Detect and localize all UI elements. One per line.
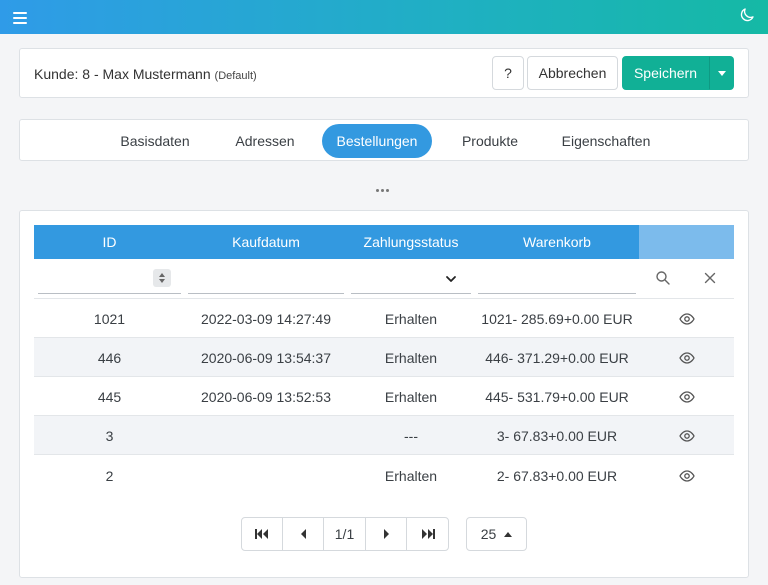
- view-action[interactable]: [639, 377, 734, 416]
- customer-default-tag: (Default): [214, 70, 257, 82]
- column-header-kaufdatum[interactable]: Kaufdatum: [185, 225, 347, 259]
- page-size-value: 25: [480, 526, 497, 542]
- id-filter-input[interactable]: [38, 264, 181, 294]
- status-filter-select[interactable]: [351, 264, 471, 294]
- cell-id: 445: [97, 388, 122, 405]
- cell-warenkorb: 2- 67.83+0.00 EUR: [496, 467, 618, 484]
- next-page-button[interactable]: [366, 518, 407, 550]
- top-bar: [0, 0, 768, 34]
- tab-eigenschaften[interactable]: Eigenschaften: [550, 124, 662, 158]
- save-options-dropdown[interactable]: [709, 56, 734, 90]
- cell-kaufdatum: [185, 456, 347, 495]
- help-button[interactable]: ?: [492, 56, 524, 90]
- eye-icon[interactable]: [678, 350, 695, 366]
- moon-icon[interactable]: [738, 6, 756, 24]
- cell-zahlungsstatus: Erhalten: [384, 467, 438, 484]
- save-button[interactable]: Speichern: [622, 56, 709, 90]
- cell-kaufdatum: 2022-03-09 14:27:49: [201, 310, 331, 327]
- cancel-button[interactable]: Abbrechen: [527, 56, 618, 90]
- prev-page-button[interactable]: [283, 518, 324, 550]
- tab-produkte[interactable]: Produkte: [447, 124, 533, 158]
- date-filter-input[interactable]: [188, 264, 344, 294]
- page-info: 1/1: [324, 518, 366, 550]
- next-page-icon: [383, 529, 389, 539]
- first-page-button[interactable]: [242, 518, 283, 550]
- first-page-icon: [255, 529, 268, 539]
- cell-id: 2: [105, 467, 114, 484]
- last-page-button[interactable]: [407, 518, 448, 550]
- cell-zahlungsstatus: Erhalten: [384, 310, 438, 327]
- cell-zahlungsstatus: Erhalten: [384, 349, 438, 366]
- orders-table-card: ID Kaufdatum Zahlungsstatus Warenkorb 10…: [19, 210, 749, 578]
- customer-title: Kunde: 8 - Max Mustermann (Default): [34, 66, 257, 82]
- number-spinner-icon[interactable]: [153, 269, 171, 287]
- cell-zahlungsstatus: Erhalten: [384, 388, 438, 405]
- customer-label: Kunde: 8 - Max Mustermann: [34, 66, 211, 82]
- pagination: 1/1: [241, 517, 449, 551]
- cell-id: 3: [105, 427, 114, 444]
- eye-icon[interactable]: [678, 468, 695, 484]
- search-icon[interactable]: [655, 270, 671, 286]
- view-action[interactable]: [639, 299, 734, 338]
- hamburger-icon[interactable]: [13, 9, 27, 25]
- table-row[interactable]: 445 2020-06-09 13:52:53 Erhalten 445- 53…: [34, 377, 734, 416]
- column-header-id[interactable]: ID: [34, 225, 185, 259]
- cart-filter-input[interactable]: [478, 264, 636, 294]
- cell-id: 1021: [93, 310, 126, 327]
- cell-id: 446: [97, 349, 122, 366]
- cell-kaufdatum: 2020-06-09 13:52:53: [201, 388, 331, 405]
- prev-page-icon: [300, 529, 306, 539]
- cell-warenkorb: 445- 531.79+0.00 EUR: [485, 388, 629, 405]
- table-row[interactable]: 2 Erhalten 2- 67.83+0.00 EUR: [34, 456, 734, 495]
- cell-zahlungsstatus: ---: [404, 427, 418, 444]
- last-page-icon: [421, 529, 435, 539]
- tab-adressen[interactable]: Adressen: [220, 124, 310, 158]
- column-header-zahlungsstatus[interactable]: Zahlungsstatus: [347, 225, 475, 259]
- view-action[interactable]: [639, 338, 734, 377]
- customer-header: Kunde: 8 - Max Mustermann (Default) ? Ab…: [19, 48, 749, 98]
- tab-basisdaten[interactable]: Basisdaten: [107, 124, 203, 158]
- eye-icon[interactable]: [678, 389, 695, 405]
- column-header-warenkorb[interactable]: Warenkorb: [475, 225, 639, 259]
- view-action[interactable]: [639, 456, 734, 495]
- eye-icon[interactable]: [678, 311, 695, 327]
- filter-row: [34, 259, 734, 299]
- view-action[interactable]: [639, 416, 734, 455]
- chevron-down-icon: [446, 276, 456, 282]
- tab-bestellungen[interactable]: Bestellungen: [322, 124, 432, 158]
- close-icon[interactable]: [702, 270, 718, 286]
- tab-bar: Basisdaten Adressen Bestellungen Produkt…: [19, 119, 749, 161]
- cell-warenkorb: 446- 371.29+0.00 EUR: [485, 349, 629, 366]
- table-row[interactable]: 446 2020-06-09 13:54:37 Erhalten 446- 37…: [34, 338, 734, 377]
- cell-warenkorb: 1021- 285.69+0.00 EUR: [481, 310, 633, 327]
- table-header: ID Kaufdatum Zahlungsstatus Warenkorb: [34, 225, 734, 259]
- cell-kaufdatum: 2020-06-09 13:54:37: [201, 349, 331, 366]
- page-size-dropdown[interactable]: 25: [466, 517, 527, 551]
- caret-up-icon: [504, 531, 513, 537]
- cell-warenkorb: 3- 67.83+0.00 EUR: [496, 427, 618, 444]
- table-row[interactable]: 3 --- 3- 67.83+0.00 EUR: [34, 416, 734, 455]
- more-options-icon[interactable]: [376, 189, 389, 192]
- column-header-actions: [639, 225, 734, 259]
- cell-kaufdatum: [185, 416, 347, 455]
- eye-icon[interactable]: [678, 428, 695, 444]
- caret-down-icon: [717, 70, 726, 76]
- table-row[interactable]: 1021 2022-03-09 14:27:49 Erhalten 1021- …: [34, 299, 734, 338]
